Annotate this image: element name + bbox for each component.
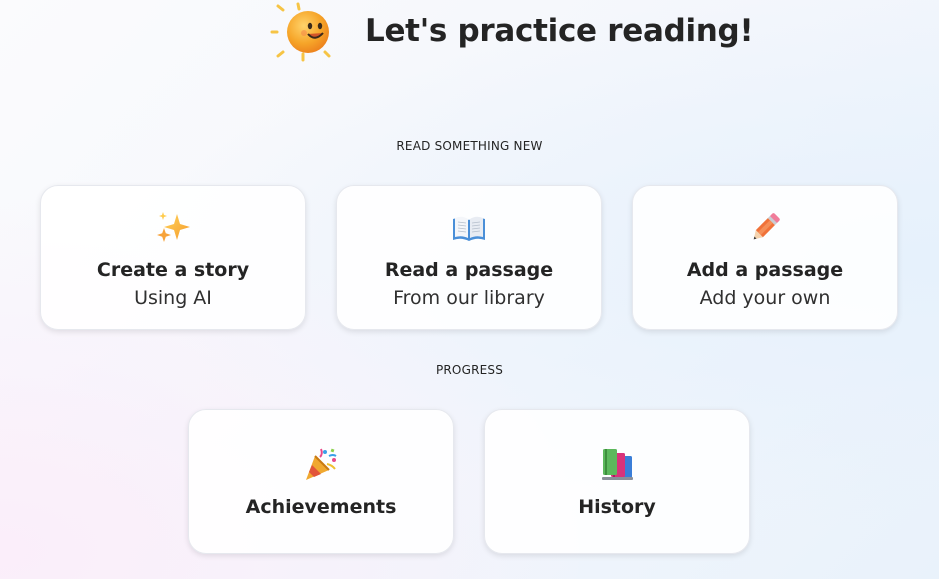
card-subtitle: Using AI — [134, 287, 212, 309]
card-title: Achievements — [245, 496, 397, 518]
page-title: Let's practice reading! — [365, 13, 754, 49]
smiling-sun-icon — [270, 2, 331, 62]
header: Let's practice reading! — [0, 0, 939, 75]
open-book-icon — [453, 216, 485, 241]
pencil-icon — [753, 213, 780, 240]
card-title: History — [578, 496, 656, 518]
achievements-card[interactable]: Achievements — [188, 409, 454, 554]
add-passage-card[interactable]: Add a passage Add your own — [632, 185, 898, 330]
card-title: Create a story — [96, 259, 250, 281]
card-subtitle: From our library — [393, 287, 545, 309]
sparkles-icon — [157, 212, 190, 242]
card-title: Add a passage — [686, 259, 844, 281]
party-popper-icon — [306, 448, 337, 480]
history-card[interactable]: History — [484, 409, 750, 554]
books-icon — [602, 449, 633, 480]
section-label-read-new: READ SOMETHING NEW — [396, 139, 543, 153]
section-label-progress: PROGRESS — [435, 363, 504, 377]
create-story-card[interactable]: Create a story Using AI — [40, 185, 306, 330]
card-subtitle: Add your own — [699, 287, 831, 309]
read-passage-card[interactable]: Read a passage From our library — [336, 185, 602, 330]
card-title: Read a passage — [384, 259, 554, 281]
